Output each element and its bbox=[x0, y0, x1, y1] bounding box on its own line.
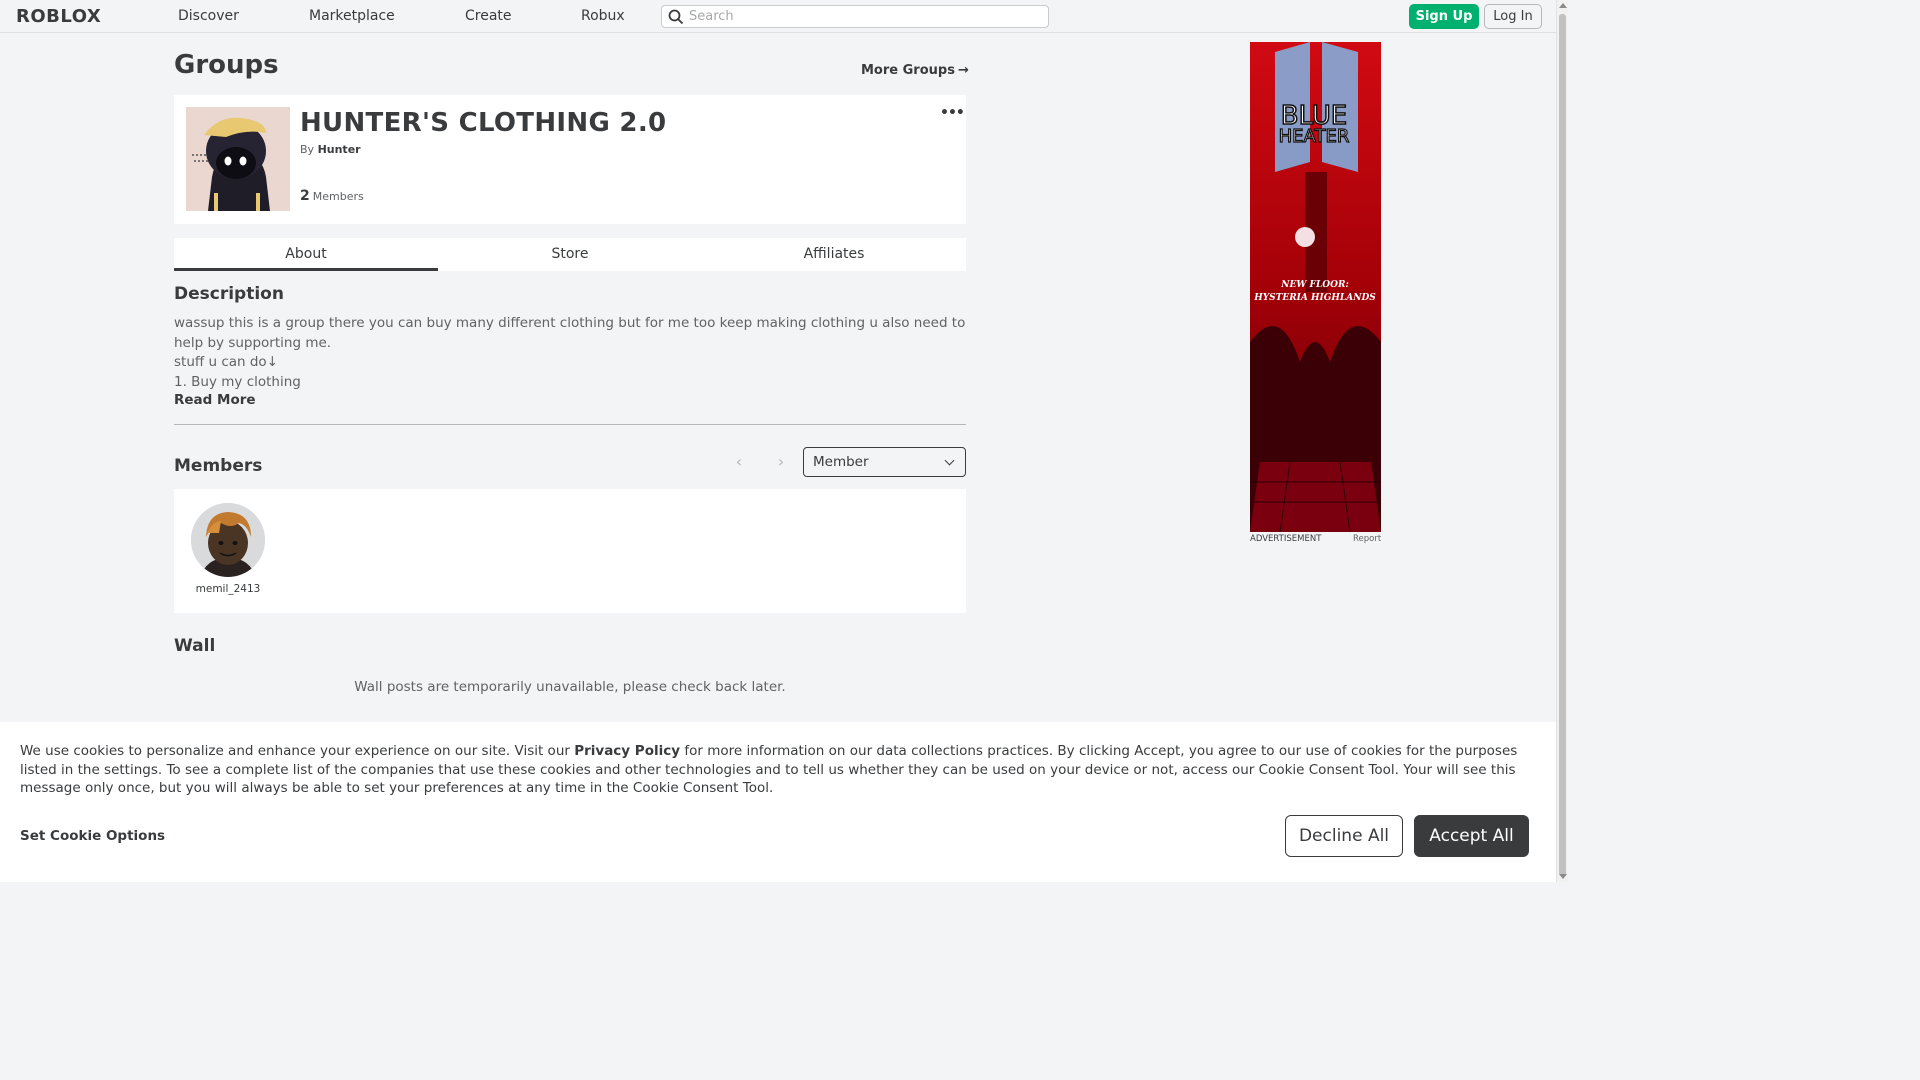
set-cookie-options-link[interactable]: Set Cookie Options bbox=[20, 828, 165, 844]
wall-unavailable-message: Wall posts are temporarily unavailable, … bbox=[354, 679, 786, 695]
more-options-icon[interactable]: ••• bbox=[940, 105, 965, 121]
search-box[interactable] bbox=[661, 5, 1049, 28]
members-list: memil_2413 bbox=[174, 489, 966, 613]
scrollbar-thumb[interactable] bbox=[1559, 14, 1566, 876]
group-owner: By Hunter bbox=[300, 143, 361, 156]
cookie-message: We use cookies to personalize and enhanc… bbox=[20, 742, 1540, 798]
advertisement-image: BLUE HEATER NEW FLOOR: HYSTERIA HIGHLAND… bbox=[1250, 42, 1381, 532]
cookie-text-before: We use cookies to personalize and enhanc… bbox=[20, 743, 575, 759]
group-owner-link[interactable]: Hunter bbox=[318, 143, 361, 156]
tab-affiliates[interactable]: Affiliates bbox=[702, 238, 966, 271]
search-icon bbox=[668, 9, 684, 25]
wall-heading: Wall bbox=[174, 636, 216, 656]
more-groups-link[interactable]: More Groups → bbox=[861, 63, 969, 78]
ad-subline1: NEW FLOOR: bbox=[1280, 280, 1349, 290]
list-item[interactable]: memil_2413 bbox=[188, 503, 268, 595]
description-line: 1. Buy my clothing bbox=[174, 373, 301, 390]
arrow-right-icon: → bbox=[957, 63, 969, 78]
description-text: wassup this is a group there you can buy… bbox=[174, 314, 966, 392]
top-navigation-bar: ROBLOX Discover Marketplace Create Robux… bbox=[0, 0, 1556, 33]
role-select-dropdown[interactable]: Member bbox=[803, 447, 966, 477]
description-line: wassup this is a group there you can buy… bbox=[174, 315, 966, 351]
nav-create[interactable]: Create bbox=[465, 8, 512, 24]
chevron-down-icon bbox=[944, 455, 955, 466]
scroll-down-arrow-icon[interactable] bbox=[1559, 874, 1567, 879]
advertisement-label: ADVERTISEMENT bbox=[1250, 534, 1322, 544]
description-heading: Description bbox=[174, 284, 284, 304]
avatar[interactable] bbox=[191, 503, 265, 577]
ad-headline-line2: HEATER bbox=[1279, 126, 1350, 147]
decline-all-button[interactable]: Decline All bbox=[1285, 815, 1403, 857]
scroll-up-arrow-icon[interactable] bbox=[1559, 3, 1567, 8]
chevron-left-icon[interactable]: ‹ bbox=[729, 452, 749, 472]
member-name[interactable]: memil_2413 bbox=[188, 583, 268, 595]
member-count-number: 2 bbox=[300, 188, 310, 204]
nav-robux[interactable]: Robux bbox=[581, 8, 625, 24]
group-tabs: About Store Affiliates bbox=[174, 238, 966, 271]
accept-all-button[interactable]: Accept All bbox=[1414, 815, 1529, 857]
more-groups-label: More Groups bbox=[861, 63, 955, 78]
nav-marketplace[interactable]: Marketplace bbox=[309, 8, 395, 24]
privacy-policy-link[interactable]: Privacy Policy bbox=[574, 743, 680, 759]
role-select-value: Member bbox=[813, 454, 869, 470]
nav-discover[interactable]: Discover bbox=[178, 8, 239, 24]
chevron-right-icon[interactable]: › bbox=[771, 452, 791, 472]
search-input[interactable] bbox=[689, 8, 1039, 25]
avatar-image bbox=[191, 503, 265, 577]
section-divider bbox=[174, 424, 966, 425]
read-more-link[interactable]: Read More bbox=[174, 392, 256, 408]
group-name: HUNTER'S CLOTHING 2.0 bbox=[300, 108, 667, 138]
tab-about[interactable]: About bbox=[174, 238, 438, 271]
log-in-button[interactable]: Log In bbox=[1484, 4, 1542, 29]
vertical-scrollbar[interactable] bbox=[1556, 0, 1568, 882]
tab-store[interactable]: Store bbox=[438, 238, 702, 271]
group-member-count: 2 Members bbox=[300, 188, 364, 204]
members-heading: Members bbox=[174, 456, 263, 476]
group-emblem-image bbox=[186, 107, 290, 211]
description-line: stuff u can do↓ bbox=[174, 354, 279, 370]
roblox-logo[interactable]: ROBLOX bbox=[16, 6, 101, 27]
sign-up-button[interactable]: Sign Up bbox=[1409, 4, 1479, 29]
page-title: Groups bbox=[174, 50, 279, 80]
ad-subline2: HYSTERIA HIGHLANDS bbox=[1253, 293, 1376, 303]
cookie-consent-banner: We use cookies to personalize and enhanc… bbox=[0, 722, 1556, 882]
member-count-label: Members bbox=[312, 190, 364, 203]
group-header-card: HUNTER'S CLOTHING 2.0 By Hunter 2 Members… bbox=[174, 95, 966, 224]
group-emblem bbox=[186, 107, 290, 211]
ad-report-link[interactable]: Report bbox=[1353, 534, 1381, 544]
group-by-prefix: By bbox=[300, 143, 315, 156]
advertisement-banner[interactable]: BLUE HEATER NEW FLOOR: HYSTERIA HIGHLAND… bbox=[1250, 42, 1381, 532]
